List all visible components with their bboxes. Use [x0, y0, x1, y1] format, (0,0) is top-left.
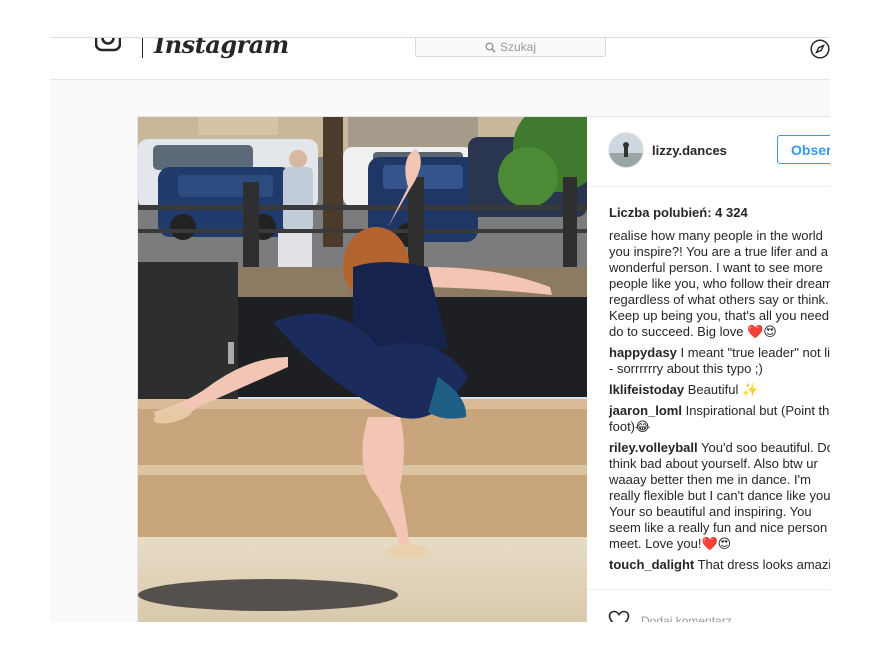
instagram-page: Instagram Szukaj lizzy.dances Obse Liczb… — [50, 37, 830, 622]
comment-username[interactable]: jaaron_loml — [609, 403, 682, 418]
comment-text: Beautiful ✨ — [687, 382, 759, 397]
comment-line: think bad about yourself. Also btw ur — [609, 456, 818, 471]
top-navbar: Instagram Szukaj — [50, 38, 830, 80]
caption-line: Keep up being you, that's all you need — [609, 308, 830, 323]
comment-username[interactable]: riley.volleyball — [609, 440, 698, 455]
avatar[interactable] — [608, 132, 644, 168]
caption-line: regardless of what others say or think. — [609, 292, 829, 307]
caption: realise how many people in the world you… — [609, 228, 830, 340]
comments-list: realise how many people in the world you… — [609, 228, 830, 578]
comment-line: lklifeistoday Beautiful ✨ — [609, 382, 830, 398]
comment-text: You'd soo beautiful. Don't — [701, 440, 830, 455]
follow-button[interactable]: Obserwuj — [777, 135, 830, 164]
comment-username[interactable]: touch_dalight — [609, 557, 694, 572]
comment-text: That dress looks amazing — [697, 557, 830, 572]
comment-item: riley.volleyball You'd soo beautiful. Do… — [609, 440, 830, 552]
comment-line: jaaron_loml Inspirational but (Point tha… — [609, 403, 830, 419]
compass-icon[interactable] — [810, 39, 830, 59]
caption-line: people like you, who follow their dreams — [609, 276, 830, 291]
comment-line: Your so beautiful and inspiring. You — [609, 504, 812, 519]
comment-line: - sorrrrrry about this typo ;) — [609, 361, 763, 376]
caption-line: realise how many people in the world — [609, 228, 823, 243]
comment-line: touch_dalight That dress looks amazing — [609, 557, 830, 573]
heart-icon[interactable] — [608, 610, 630, 622]
search-icon — [485, 42, 496, 53]
comment-text: Inspirational but (Point that — [685, 403, 830, 418]
search-placeholder: Szukaj — [499, 40, 537, 54]
comment-item: lklifeistoday Beautiful ✨ — [609, 382, 830, 398]
dancer-photo-image — [138, 117, 587, 622]
post-header: lizzy.dances Obserwuj — [587, 117, 830, 187]
post-username[interactable]: lizzy.dances — [652, 143, 727, 158]
add-comment-input[interactable]: Dodaj komentarz... — [641, 614, 742, 622]
comment-item: touch_dalight That dress looks amazing — [609, 557, 830, 573]
caption-line: you inspire?! You are a true lifer and a — [609, 244, 828, 259]
avatar-image — [609, 133, 643, 167]
comment-text: I meant "true leader" not lifer — [680, 345, 830, 360]
caption-line: wonderful person. I want to see more — [609, 260, 823, 275]
post-photo[interactable] — [138, 117, 587, 622]
instagram-camera-icon[interactable] — [95, 37, 121, 52]
likes-count[interactable]: Liczba polubień: 4 324 — [609, 205, 748, 220]
comment-line: happydasy I meant "true leader" not life… — [609, 345, 830, 361]
comment-line: waaay better then me in dance. I'm — [609, 472, 811, 487]
comment-line: foot)😂 — [609, 419, 651, 434]
comment-line: riley.volleyball You'd soo beautiful. Do… — [609, 440, 830, 456]
comment-line: meet. Love you!❤️😍 — [609, 536, 732, 551]
add-comment-bar: Dodaj komentarz... — [587, 589, 830, 622]
search-input[interactable]: Szukaj — [415, 38, 606, 57]
comment-line: really flexible but I can't dance like y… — [609, 488, 830, 503]
comment-line: seem like a really fun and nice person t… — [609, 520, 830, 535]
comment-username[interactable]: lklifeistoday — [609, 382, 684, 397]
comment-item: jaaron_loml Inspirational but (Point tha… — [609, 403, 830, 435]
logo-divider — [142, 38, 143, 58]
post-card: lizzy.dances Obserwuj Liczba polubień: 4… — [137, 116, 830, 622]
post-sidebar: lizzy.dances Obserwuj Liczba polubień: 4… — [587, 117, 830, 622]
comment-username[interactable]: happydasy — [609, 345, 677, 360]
caption-line: do to succeed. Big love ❤️😍 — [609, 324, 777, 339]
instagram-wordmark[interactable]: Instagram — [154, 38, 289, 59]
comment-item: happydasy I meant "true leader" not life… — [609, 345, 830, 377]
